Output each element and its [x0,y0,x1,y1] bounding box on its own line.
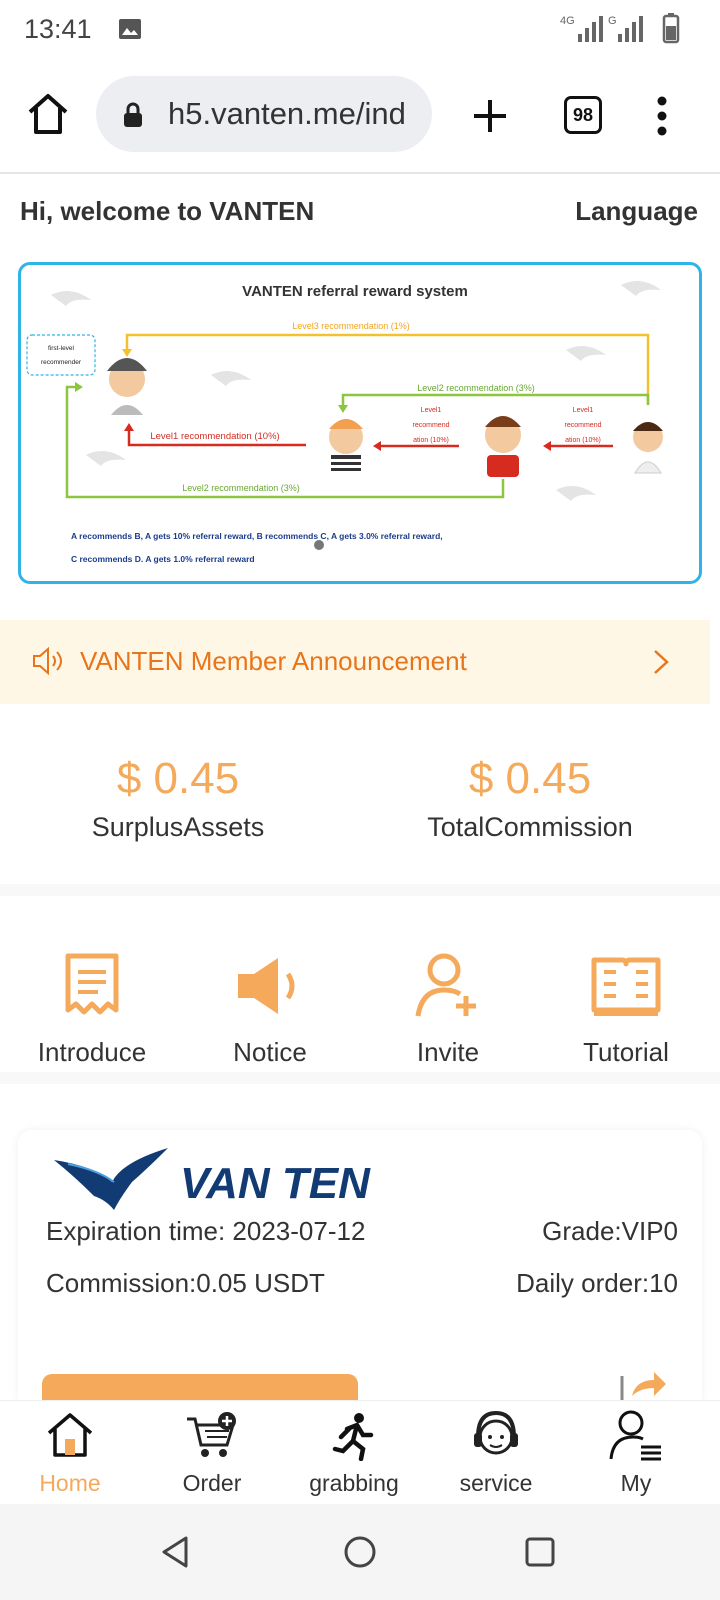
grid-label-notice: Notice [233,1037,307,1067]
tab-label-service: service [459,1470,533,1496]
grid-item-invite[interactable]: Invite [368,936,528,1068]
browser-toolbar: h5.vanten.me/ind 98 [0,60,720,174]
svg-text:recommend: recommend [565,422,602,429]
divider [0,884,720,896]
referral-diagram: VANTEN referral reward system first-leve… [26,281,663,564]
grade: Grade:VIP0 [542,1216,678,1246]
divider [0,1072,720,1084]
new-tab-icon[interactable] [470,96,510,136]
referral-banner[interactable]: VANTEN referral reward system first-leve… [18,262,702,584]
level2-top-label: Level2 recommendation (3%) [417,383,535,393]
banner-footer-1: A recommends B, A gets 10% referral rewa… [71,531,443,541]
runner-icon [332,1413,374,1462]
svg-text:G: G [608,15,617,27]
commission-rate: Commission:0.05 USDT [46,1268,325,1298]
grid-label-tutorial: Tutorial [583,1037,669,1067]
grid-item-introduce[interactable]: Introduce [12,936,172,1068]
avatar-a [107,358,147,415]
status-bar: 13:41 4G G [0,0,720,60]
surplus-assets-label: SurplusAssets [91,812,265,842]
welcome-text: Hi, welcome to VANTEN [20,196,315,226]
scroll-icon [65,953,119,1015]
first-level-label-2: recommender [41,359,82,366]
tab-label-home: Home [39,1470,101,1496]
carousel-dot [314,540,324,550]
url-text: h5.vanten.me/ind [168,96,406,131]
headset-icon [474,1410,518,1455]
svg-text:VAN TEN: VAN TEN [180,1159,371,1208]
surplus-assets-value: $ 0.45 [116,754,240,803]
cart-icon [187,1412,236,1457]
daily-order: Daily order:10 [516,1268,678,1298]
level1-main-label: Level1 recommendation (10%) [150,431,279,442]
tab-label-grabbing: grabbing [309,1470,399,1496]
signal-battery-group: 4G G [560,12,700,53]
gallery-icon [119,19,141,39]
feature-grid: Introduce Notice Invite Tutorial [0,936,720,1086]
total-commission-value: $ 0.45 [468,754,592,803]
add-user-icon [415,953,476,1017]
system-nav-bar [0,1504,720,1600]
avatar-c [485,416,521,477]
bottom-tab-bar: Home Order grabbing service My [0,1400,720,1505]
level2-bottom-label: Level2 recommendation (3%) [182,483,300,493]
home-circle-icon[interactable] [342,1534,378,1570]
announcement-bar[interactable]: VANTEN Member Announcement [0,620,710,704]
more-menu-icon[interactable] [656,96,668,136]
tab-grabbing[interactable]: grabbing [284,1409,424,1497]
lock-icon [124,102,142,127]
recents-icon[interactable] [522,1534,558,1570]
svg-text:recommend: recommend [413,422,450,429]
user-list-icon [609,1410,661,1461]
svg-text:Level1: Level1 [421,407,442,414]
grid-label-introduce: Introduce [37,1037,147,1067]
tab-service[interactable]: service [426,1409,566,1497]
svg-text:4G: 4G [560,15,575,27]
grid-label-invite: Invite [416,1037,480,1067]
status-time: 13:41 [24,14,92,44]
address-bar[interactable]: h5.vanten.me/ind [96,76,432,152]
vanten-logo: VAN TEN [54,1148,371,1210]
surplus-assets: $ 0.45 SurplusAssets [28,754,328,843]
tab-label-order: Order [182,1470,242,1496]
grid-item-notice[interactable]: Notice [190,936,350,1068]
speaker-icon [238,958,295,1014]
tab-home[interactable]: Home [0,1409,140,1497]
tab-order[interactable]: Order [142,1409,282,1497]
signal-icon: 4G G [560,13,680,44]
announcement-text: VANTEN Member Announcement [80,646,467,676]
language-button[interactable]: Language [575,196,698,227]
first-level-label-1: first-level [48,345,75,352]
svg-text:ation (10%): ation (10%) [413,437,449,444]
assets-summary: $ 0.45 SurplusAssets $ 0.45 TotalCommiss… [0,700,720,890]
svg-text:Level1: Level1 [573,407,594,414]
speaker-icon [33,646,62,676]
total-commission: $ 0.45 TotalCommission [380,754,680,843]
tab-label-my: My [620,1470,652,1496]
tab-count-button[interactable]: 98 [564,96,602,134]
level3-label: Level3 recommendation (1%) [292,321,410,331]
avatar-b [329,419,363,471]
home-icon [47,1413,93,1457]
banner-title: VANTEN referral reward system [242,283,468,300]
banner-footer-2: C recommends D. A gets 1.0% referral rew… [71,554,255,564]
membership-card: VAN TEN Expiration time: 2023-07-12 Grad… [18,1130,702,1424]
book-icon [591,957,661,1016]
total-commission-label: TotalCommission [427,812,633,842]
chevron-right-icon[interactable] [652,648,670,676]
grid-item-tutorial[interactable]: Tutorial [546,936,706,1068]
browser-home-icon[interactable] [24,90,72,138]
svg-text:ation (10%): ation (10%) [565,437,601,444]
expiration-time: Expiration time: 2023-07-12 [46,1216,366,1246]
back-icon[interactable] [158,1534,194,1570]
avatar-d [633,422,663,474]
tab-my[interactable]: My [566,1409,706,1497]
